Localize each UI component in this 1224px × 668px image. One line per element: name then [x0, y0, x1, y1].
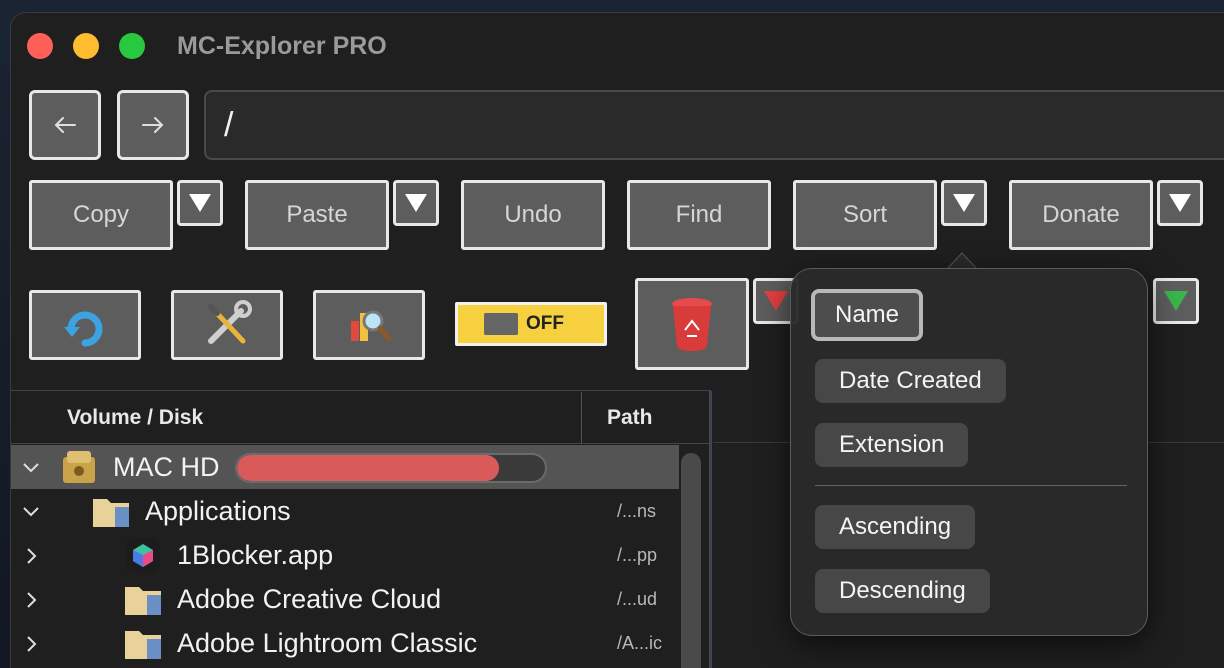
- tree-item-path: /...pp: [617, 545, 658, 565]
- window-title: MC-Explorer PRO: [177, 32, 387, 60]
- toggle-knob: [484, 313, 518, 335]
- tree-item-name: MAC HD: [113, 452, 220, 482]
- copy-dropdown-button[interactable]: [177, 180, 223, 226]
- disk-usage-bar: [235, 453, 547, 483]
- trash-icon: [672, 298, 712, 351]
- tree-item-name: Adobe Lightroom Classic: [177, 628, 478, 658]
- back-button[interactable]: [29, 90, 101, 160]
- tree-item-name: Adobe Creative Cloud: [177, 584, 442, 614]
- triangle-down-green-icon: [1164, 291, 1188, 311]
- tree-item-path: /...ns: [617, 501, 657, 521]
- refresh-icon: [64, 311, 103, 347]
- file-tree: MAC HD Applications /...ns 1Blocker.app …: [11, 445, 679, 665]
- column-header-path[interactable]: Path: [607, 392, 653, 444]
- chevron-down-icon[interactable]: [21, 458, 41, 483]
- folder-icon: [125, 631, 161, 659]
- column-separator[interactable]: [581, 392, 582, 444]
- column-header-volume[interactable]: Volume / Disk: [67, 392, 203, 444]
- chevron-right-icon[interactable]: [21, 546, 41, 571]
- sort-option-extension[interactable]: Extension: [815, 423, 969, 467]
- folder-icon: [93, 499, 129, 527]
- minimize-window-button[interactable]: [73, 33, 99, 59]
- wrench-screwdriver-icon: [208, 300, 252, 344]
- chevron-right-icon[interactable]: [21, 634, 41, 659]
- tree-row-adobe-creative-cloud[interactable]: Adobe Creative Cloud /...ud: [11, 577, 679, 621]
- folder-icon: [125, 587, 161, 615]
- mode-toggle[interactable]: OFF: [455, 302, 607, 346]
- divider: [11, 390, 711, 391]
- triangle-down-red-icon: [764, 291, 788, 311]
- sort-button[interactable]: Sort: [793, 180, 937, 250]
- tree-row-applications[interactable]: Applications /...ns: [11, 489, 679, 533]
- forward-button[interactable]: [117, 90, 189, 160]
- refresh-button[interactable]: [29, 290, 141, 360]
- toggle-label: OFF: [526, 313, 564, 334]
- triangle-down-icon: [953, 194, 975, 212]
- sort-order-ascending[interactable]: Ascending: [815, 505, 976, 549]
- zoom-window-button[interactable]: [119, 33, 145, 59]
- find-button[interactable]: Find: [627, 180, 771, 250]
- sort-menu-popover: Name Date Created Extension Ascending De…: [790, 268, 1148, 636]
- tree-row-1blocker[interactable]: 1Blocker.app /...pp: [11, 533, 679, 577]
- donate-dropdown-button[interactable]: [1157, 180, 1203, 226]
- close-window-button[interactable]: [27, 33, 53, 59]
- pane-splitter[interactable]: [709, 391, 712, 668]
- paste-button[interactable]: Paste: [245, 180, 389, 250]
- menu-separator: [815, 485, 1127, 486]
- chevron-down-icon[interactable]: [21, 502, 41, 527]
- arrow-left-icon: [54, 117, 76, 133]
- donate-button[interactable]: Donate: [1009, 180, 1153, 250]
- chevron-right-icon[interactable]: [21, 590, 41, 615]
- app-icon: [126, 538, 160, 572]
- triangle-down-icon: [1169, 194, 1191, 212]
- tree-item-name: Applications: [145, 496, 291, 526]
- undo-button[interactable]: Undo: [461, 180, 605, 250]
- tree-item-path: /...ud: [617, 589, 658, 609]
- sort-option-date-created[interactable]: Date Created: [815, 359, 1006, 403]
- copy-button[interactable]: Copy: [29, 180, 173, 250]
- sort-dropdown-button[interactable]: [941, 180, 987, 226]
- tools-button[interactable]: [171, 290, 283, 360]
- tree-row-mac-hd[interactable]: MAC HD: [11, 445, 679, 489]
- path-input[interactable]: /: [204, 90, 1224, 160]
- arrow-right-icon: [142, 117, 164, 133]
- inspect-button[interactable]: [313, 290, 425, 360]
- tree-item-name: 1Blocker.app: [177, 540, 334, 570]
- triangle-down-icon: [405, 194, 427, 212]
- sort-option-name[interactable]: Name: [811, 289, 924, 341]
- tree-scrollbar[interactable]: [681, 453, 701, 668]
- disk-usage-fill: [237, 455, 499, 481]
- extra-dropdown-button[interactable]: [1153, 278, 1199, 324]
- sort-order-descending[interactable]: Descending: [815, 569, 990, 613]
- magnifier-chart-icon: [351, 310, 392, 342]
- disk-icon: [63, 451, 95, 483]
- paste-dropdown-button[interactable]: [393, 180, 439, 226]
- triangle-down-icon: [189, 194, 211, 212]
- tree-item-path: /A...ic: [617, 633, 663, 653]
- title-bar: MC-Explorer PRO: [11, 13, 1224, 77]
- table-header: Volume / Disk Path: [11, 392, 711, 444]
- trash-button[interactable]: [635, 278, 749, 370]
- tree-row-adobe-lightroom-classic[interactable]: Adobe Lightroom Classic /A...ic: [11, 621, 679, 665]
